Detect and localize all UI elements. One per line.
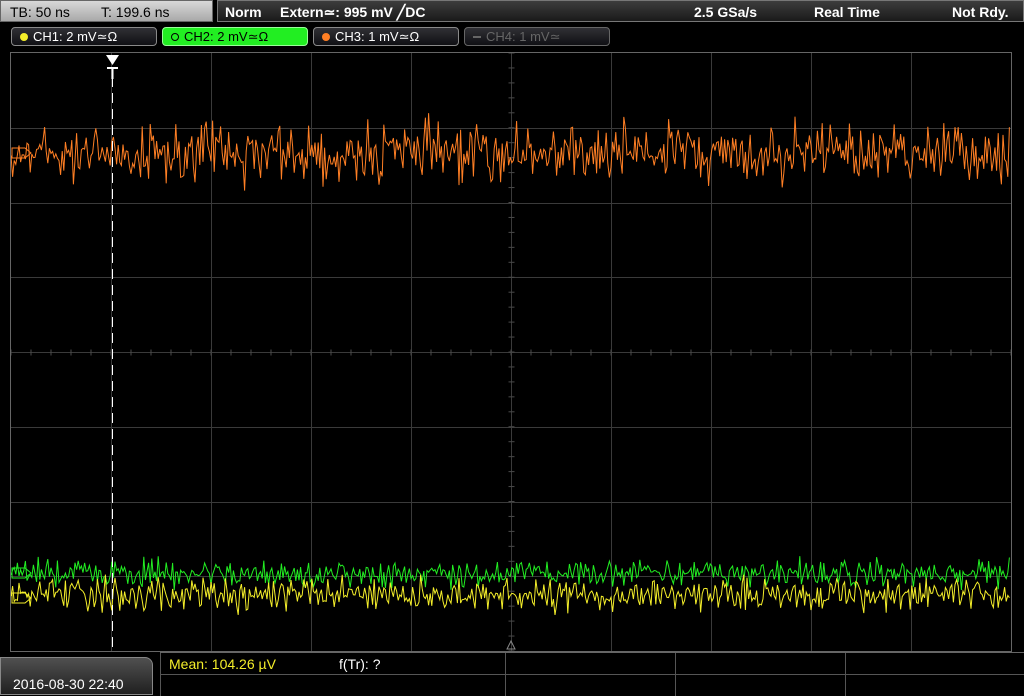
channel-tabs: CH1: 2 mV≃Ω CH2: 2 mV≃Ω CH3: 1 mV≃Ω CH4:… bbox=[0, 26, 1024, 48]
tab-ch3[interactable]: CH3: 1 mV≃Ω bbox=[313, 27, 459, 46]
acquisition-mode: Real Time bbox=[814, 4, 880, 20]
status-bar[interactable]: Norm Extern≃: 995 mV ╱DC 2.5 GSa/s Real … bbox=[217, 0, 1024, 22]
bottom-bar: 2016-08-30 22:40 Mean: 104.26 µV f(Tr): … bbox=[0, 652, 1024, 696]
timebase-box[interactable]: TB: 50 ns T: 199.6 ns bbox=[0, 0, 213, 22]
tab-ch2[interactable]: CH2: 2 mV≃Ω bbox=[162, 27, 308, 46]
ch4-label: CH4: 1 mV≃ bbox=[486, 29, 561, 44]
meas-divider bbox=[160, 674, 1024, 675]
datetime-label: 2016-08-30 22:40 bbox=[13, 676, 124, 692]
ch2-indicator-icon bbox=[171, 33, 179, 41]
ch3-label: CH3: 1 mV≃Ω bbox=[335, 29, 420, 44]
mean-measurement[interactable]: Mean: 104.26 µV bbox=[169, 656, 276, 672]
trigger-mode[interactable]: Norm bbox=[225, 4, 262, 20]
frequency-trigger-measurement[interactable]: f(Tr): ? bbox=[339, 656, 380, 672]
ch1-trace bbox=[11, 574, 1010, 615]
timebase-label: TB: 50 ns bbox=[10, 4, 70, 20]
ch4-indicator-icon bbox=[473, 36, 481, 38]
trigger-source[interactable]: Extern≃: 995 mV ╱DC bbox=[280, 4, 425, 21]
sample-rate: 2.5 GSa/s bbox=[694, 4, 758, 20]
waveform-canvas bbox=[11, 53, 1011, 651]
datetime-box[interactable]: 2016-08-30 22:40 bbox=[0, 657, 153, 695]
ch1-indicator-icon bbox=[20, 33, 28, 41]
trigger-time-label: T: 199.6 ns bbox=[101, 4, 170, 20]
measurement-panel[interactable]: Mean: 104.26 µV f(Tr): ? bbox=[160, 652, 1024, 696]
tab-ch1[interactable]: CH1: 2 mV≃Ω bbox=[11, 27, 157, 46]
acquisition-state: Not Rdy. bbox=[952, 4, 1009, 20]
trigger-t-icon bbox=[107, 67, 118, 79]
waveform-display[interactable] bbox=[10, 52, 1012, 652]
traces bbox=[11, 113, 1010, 615]
ch1-label: CH1: 2 mV≃Ω bbox=[33, 29, 118, 44]
tab-ch4[interactable]: CH4: 1 mV≃ bbox=[464, 27, 610, 46]
top-bar: TB: 50 ns T: 199.6 ns Norm Extern≃: 995 … bbox=[0, 0, 1024, 24]
trigger-marker-icon bbox=[106, 55, 119, 65]
ch3-trace bbox=[11, 113, 1010, 191]
ch2-label: CH2: 2 mV≃Ω bbox=[184, 29, 269, 44]
ch3-indicator-icon bbox=[322, 33, 330, 41]
